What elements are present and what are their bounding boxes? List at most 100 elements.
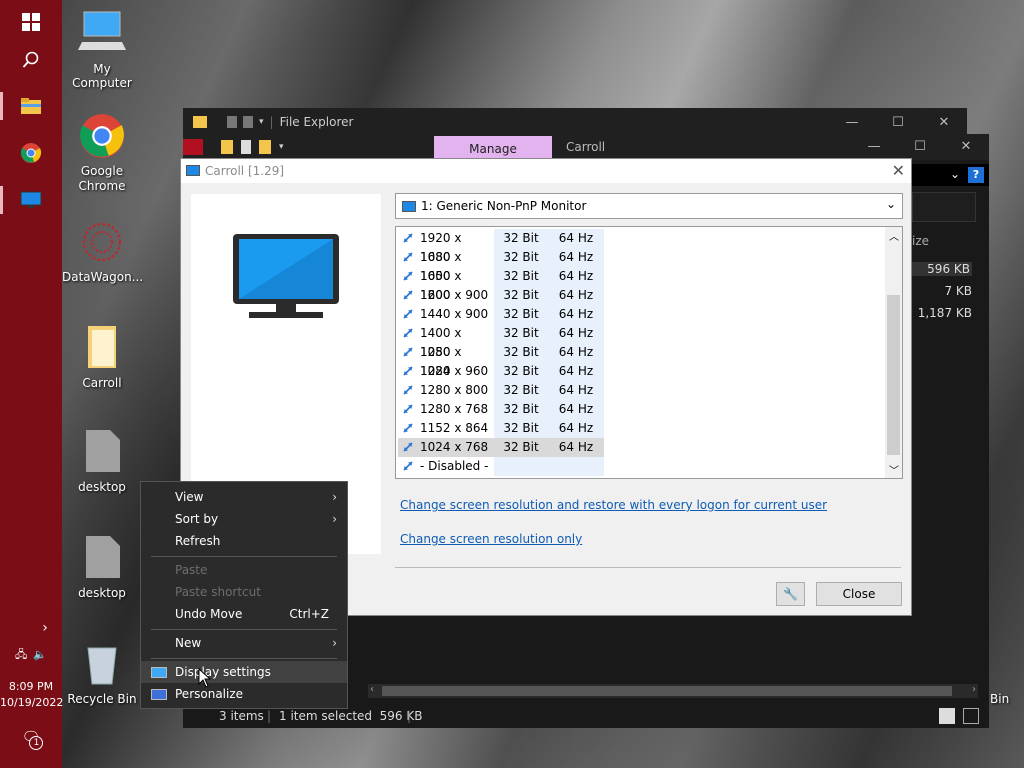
properties-icon[interactable]: [241, 140, 251, 154]
tray-icons: 🖧 🔈: [0, 646, 62, 665]
properties-icon[interactable]: [227, 116, 237, 128]
chevron-down-icon[interactable]: ▾: [279, 142, 284, 152]
scroll-up-arrow[interactable]: ︿: [889, 228, 899, 243]
menu-item-display-settings[interactable]: Display settings: [141, 661, 347, 683]
search-button[interactable]: [0, 38, 62, 82]
refresh-rate-cell: 64 Hz: [548, 305, 604, 324]
resolution-row[interactable]: 1280 x 960 32 Bit 64 Hz: [398, 362, 604, 381]
monitor-icon: [20, 191, 42, 208]
menu-item-new[interactable]: New ›: [141, 632, 347, 654]
resolution-row[interactable]: 1600 x 900 32 Bit 64 Hz: [398, 286, 604, 305]
menu-item-refresh[interactable]: Refresh: [141, 530, 347, 552]
resolution-cell: 1152 x 864: [398, 419, 494, 438]
taskbar-file-explorer[interactable]: [0, 84, 62, 128]
folder-icon: [21, 98, 41, 114]
resolution-list-scrollbar[interactable]: ︿ ﹀: [885, 227, 902, 478]
resolution-row[interactable]: 1440 x 900 32 Bit 64 Hz: [398, 305, 604, 324]
scroll-right-arrow[interactable]: ›: [972, 684, 976, 695]
resolution-cell: 1280 x 800: [398, 381, 494, 400]
resolution-row[interactable]: 1152 x 864 32 Bit 64 Hz: [398, 419, 604, 438]
new-folder-icon[interactable]: [259, 140, 271, 154]
refresh-rate-cell: 64 Hz: [548, 400, 604, 419]
resolution-cell: 1680 x 1050: [398, 248, 494, 283]
menu-item-personalize[interactable]: Personalize: [141, 683, 347, 705]
resolution-cell: 1600 x 1200: [398, 267, 494, 302]
resolution-row[interactable]: 1280 x 800 32 Bit 64 Hz: [398, 381, 604, 400]
display-settings-icon: [151, 667, 167, 678]
desktop-icon-my-computer[interactable]: My Computer: [62, 10, 142, 90]
tiles-view-icon[interactable]: [963, 708, 979, 724]
menu-separator: [151, 556, 337, 557]
resolution-row[interactable]: 1280 x 1024 32 Bit 64 Hz: [398, 343, 604, 378]
desktop-icon-label: desktop: [78, 586, 126, 600]
resolution-row[interactable]: 1920 x 1080 32 Bit 64 Hz: [398, 229, 604, 264]
chevron-down-icon[interactable]: ▾: [259, 117, 264, 127]
details-view-icon[interactable]: [939, 708, 955, 724]
desktop-icon-chrome[interactable]: Google Chrome: [62, 112, 142, 194]
resolution-row[interactable]: 1680 x 1050 32 Bit 64 Hz: [398, 248, 604, 283]
show-hidden-icons[interactable]: ›: [0, 620, 62, 636]
desktop-icon-label: desktop: [78, 480, 126, 494]
clock[interactable]: 8:09 PM 10/19/2022: [0, 680, 63, 709]
resolution-cell: 1440 x 900: [398, 305, 494, 324]
horizontal-scrollbar[interactable]: ‹ ›: [368, 684, 978, 698]
scroll-thumb[interactable]: [887, 295, 900, 455]
color-depth-cell: [494, 457, 548, 476]
scroll-left-arrow[interactable]: ‹: [370, 684, 374, 695]
color-depth-cell: 32 Bit: [494, 419, 548, 438]
change-resolution-restore-link[interactable]: Change screen resolution and restore wit…: [400, 498, 827, 512]
resolution-row[interactable]: 1600 x 1200 32 Bit 64 Hz: [398, 267, 604, 302]
scroll-down-arrow[interactable]: ﹀: [889, 462, 899, 477]
resolution-row[interactable]: 1280 x 768 32 Bit 64 Hz: [398, 400, 604, 419]
windows-logo-icon: [22, 13, 40, 31]
desktop-icon-label: Recycle Bin: [67, 692, 137, 706]
desktop-icon-carroll[interactable]: Carroll: [62, 324, 142, 390]
tab-manage[interactable]: Manage: [434, 136, 552, 160]
new-folder-icon[interactable]: [243, 116, 253, 128]
menu-separator: [151, 658, 337, 659]
taskbar-display-app[interactable]: [0, 178, 62, 222]
settings-button[interactable]: 🔧: [776, 582, 805, 606]
refresh-rate-cell: 64 Hz: [548, 343, 604, 362]
scroll-thumb[interactable]: [382, 686, 952, 696]
menu-item-sort-by[interactable]: Sort by ›: [141, 508, 347, 530]
folder-icon[interactable]: [221, 140, 233, 154]
desktop-icon-desktop-1[interactable]: desktop: [62, 428, 142, 494]
help-icon[interactable]: ?: [968, 167, 984, 183]
close-button[interactable]: Close: [816, 582, 902, 606]
desktop-icon-label: Carroll: [82, 376, 122, 390]
resolution-row[interactable]: 1400 x 1050 32 Bit 64 Hz: [398, 324, 604, 359]
monitor-select[interactable]: 1: Generic Non-PnP Monitor ⌄: [395, 193, 903, 219]
menu-item-label: Paste shortcut: [175, 585, 261, 599]
dialog-close-x[interactable]: ✕: [892, 161, 905, 180]
search-box[interactable]: [912, 192, 976, 222]
refresh-rate-cell: 64 Hz: [548, 267, 604, 286]
refresh-rate-cell: 64 Hz: [548, 248, 604, 267]
file-icon: [86, 536, 120, 578]
column-header-size[interactable]: ize: [912, 234, 929, 248]
color-depth-cell: 32 Bit: [494, 229, 548, 248]
resolution-row[interactable]: - Disabled -: [398, 457, 604, 476]
color-depth-cell: 32 Bit: [494, 438, 548, 457]
desktop-icon-desktop-2[interactable]: desktop: [62, 534, 142, 600]
taskbar-chrome[interactable]: [0, 131, 62, 175]
volume-icon[interactable]: 🔈: [33, 648, 47, 661]
chevron-down-icon[interactable]: ⌄: [950, 167, 960, 181]
chevron-right-icon: ›: [42, 620, 48, 636]
notification-icon: 🗨1: [21, 728, 44, 750]
network-icon[interactable]: 🖧: [15, 648, 27, 661]
desktop-icon-datawagon[interactable]: DataWagon...: [62, 218, 143, 284]
change-resolution-only-link[interactable]: Change screen resolution only: [400, 532, 582, 546]
chrome-icon: [20, 143, 42, 163]
folder-icon: [88, 326, 116, 368]
desktop-icon-recycle-bin[interactable]: Recycle Bin: [62, 640, 142, 706]
menu-item-view[interactable]: View ›: [141, 486, 347, 508]
minimize-button[interactable]: —: [851, 134, 897, 160]
maximize-button[interactable]: ☐: [897, 134, 943, 160]
close-button[interactable]: ✕: [943, 134, 989, 160]
resolution-row[interactable]: 1024 x 768 32 Bit 64 Hz: [398, 438, 604, 457]
menu-item-undo-move[interactable]: Undo Move Ctrl+Z: [141, 603, 347, 625]
notification-badge: 1: [29, 736, 44, 750]
action-center-button[interactable]: 🗨1: [0, 728, 62, 750]
resolution-list[interactable]: ︿ ﹀ 1920 x 1080 32 Bit 64 Hz 1680 x 1050 32 …: [395, 226, 903, 479]
